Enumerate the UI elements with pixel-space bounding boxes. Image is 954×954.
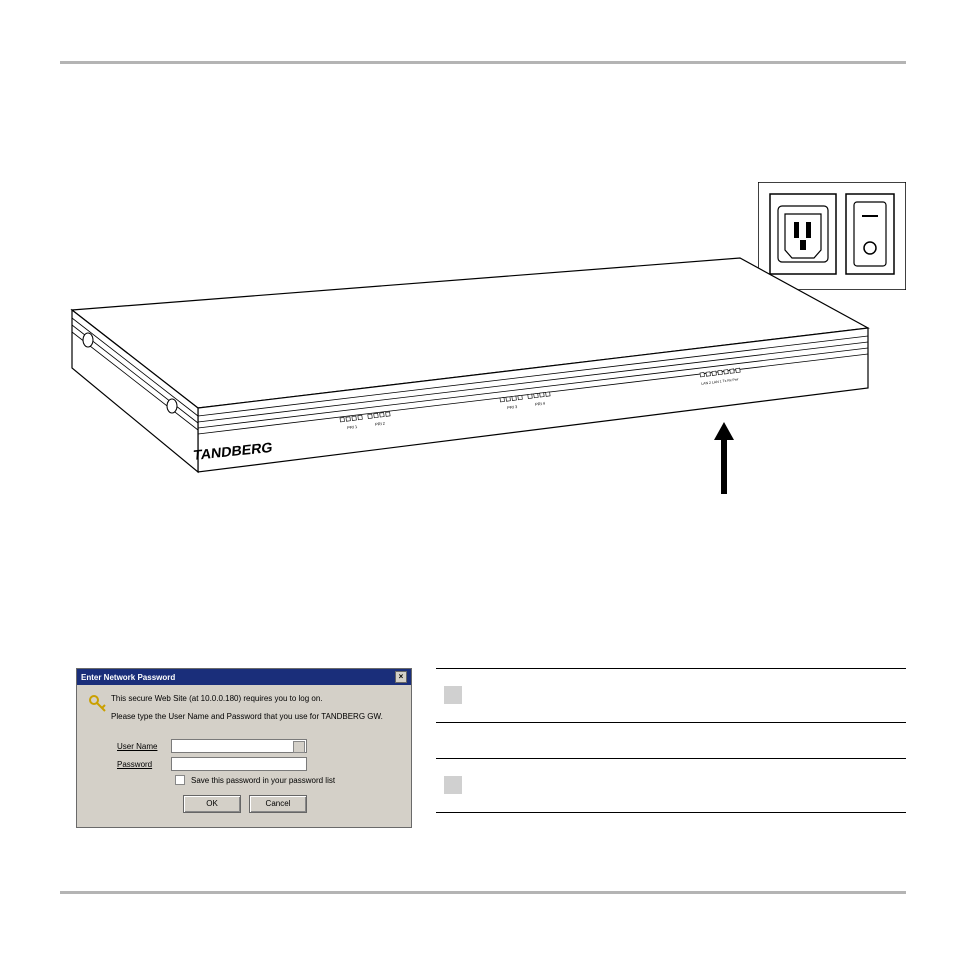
username-input[interactable] <box>171 739 307 753</box>
dialog-title-text: Enter Network Password <box>81 673 175 682</box>
field-line-1-bottom <box>436 722 906 723</box>
cancel-button[interactable]: Cancel <box>249 795 307 813</box>
top-rule <box>60 61 906 64</box>
save-password-label: Save this password in your password list <box>191 776 335 785</box>
password-input[interactable] <box>171 757 307 771</box>
dialog-titlebar: Enter Network Password × <box>77 669 411 685</box>
close-icon[interactable]: × <box>395 671 407 683</box>
field-line-2-bottom <box>436 812 906 813</box>
key-icon <box>87 693 111 717</box>
login-dialog: Enter Network Password × This secure Web… <box>76 668 412 828</box>
password-label: Password <box>117 760 171 769</box>
save-password-checkbox[interactable] <box>175 775 185 785</box>
field-line-2-top <box>436 758 906 759</box>
ok-button[interactable]: OK <box>183 795 241 813</box>
dialog-message-2: Please type the User Name and Password t… <box>111 711 403 723</box>
field-marker-2 <box>444 776 462 794</box>
field-marker-1 <box>444 686 462 704</box>
dialog-message-1: This secure Web Site (at 10.0.0.180) req… <box>111 693 403 705</box>
up-arrow-icon <box>714 422 734 494</box>
username-label: User Name <box>117 742 171 751</box>
device-illustration: TANDBERG PRI 1 PRI 2 PRI 3 PRI 4 <box>60 250 880 490</box>
field-line-1-top <box>436 668 906 669</box>
bottom-rule <box>60 891 906 894</box>
